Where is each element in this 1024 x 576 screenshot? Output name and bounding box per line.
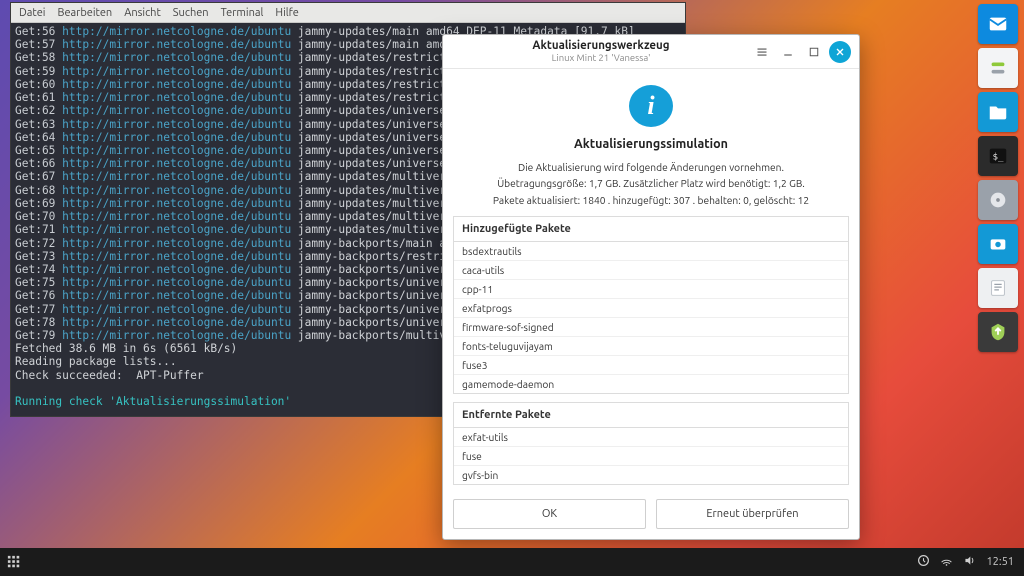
added-packages-list[interactable]: bsdextrautilscaca-utilscpp-11exfatprogsf…: [453, 241, 849, 394]
info-icon: i: [629, 85, 673, 127]
list-item[interactable]: gvfs-bin: [454, 465, 848, 484]
recheck-button[interactable]: Erneut überprüfen: [656, 499, 849, 529]
hamburger-icon[interactable]: [751, 41, 773, 63]
list-item[interactable]: fuse3: [454, 355, 848, 374]
dock-terminal-icon[interactable]: $_: [978, 136, 1018, 176]
minimize-button[interactable]: [777, 41, 799, 63]
list-item[interactable]: firmware-sof-signed: [454, 317, 848, 336]
svg-text:$_: $_: [993, 152, 1005, 163]
dialog-text-2: Übetragungsgröße: 1,7 GB. Zusätzlicher P…: [453, 175, 849, 191]
list-item[interactable]: caca-utils: [454, 260, 848, 279]
update-indicator-icon[interactable]: [917, 554, 930, 570]
dock-text-editor-icon[interactable]: [978, 268, 1018, 308]
list-item[interactable]: cpp-11: [454, 279, 848, 298]
dialog-heading: Aktualisierungssimulation: [453, 137, 849, 151]
volume-icon[interactable]: [963, 554, 976, 570]
clock[interactable]: 12:51: [986, 556, 1014, 568]
removed-packages-title: Entfernte Pakete: [453, 402, 849, 427]
right-dock[interactable]: $_: [978, 4, 1020, 352]
maximize-button[interactable]: [803, 41, 825, 63]
apps-menu-icon[interactable]: [0, 548, 28, 576]
menu-search[interactable]: Suchen: [173, 7, 209, 19]
list-item[interactable]: bsdextrautils: [454, 242, 848, 260]
menu-terminal[interactable]: Terminal: [221, 7, 264, 19]
menu-view[interactable]: Ansicht: [124, 7, 161, 19]
dialog-titlebar[interactable]: Aktualisierungswerkzeug Linux Mint 21 'V…: [443, 35, 859, 69]
list-item[interactable]: fonts-teluguvijayam: [454, 336, 848, 355]
added-packages-title: Hinzugefügte Pakete: [453, 216, 849, 241]
dialog-text-3: Pakete aktualisiert: 1840 . hinzugefügt:…: [453, 192, 849, 208]
list-item[interactable]: exfat-utils: [454, 428, 848, 446]
dock-disk-icon[interactable]: [978, 180, 1018, 220]
dock-files-icon[interactable]: [978, 92, 1018, 132]
dock-settings-icon[interactable]: [978, 48, 1018, 88]
ok-button[interactable]: OK: [453, 499, 646, 529]
dialog-text-1: Die Aktualisierung wird folgende Änderun…: [453, 159, 849, 175]
network-icon[interactable]: [940, 554, 953, 570]
menu-file[interactable]: Datei: [19, 7, 45, 19]
terminal-menubar[interactable]: Datei Bearbeiten Ansicht Suchen Terminal…: [11, 3, 685, 23]
menu-edit[interactable]: Bearbeiten: [57, 7, 112, 19]
dock-screenshot-icon[interactable]: [978, 224, 1018, 264]
dock-mail-icon[interactable]: [978, 4, 1018, 44]
list-item[interactable]: fuse: [454, 446, 848, 465]
upgrade-dialog[interactable]: Aktualisierungswerkzeug Linux Mint 21 'V…: [442, 34, 860, 540]
list-item[interactable]: exfatprogs: [454, 298, 848, 317]
close-button[interactable]: [829, 41, 851, 63]
bottom-panel[interactable]: 12:51: [0, 548, 1024, 576]
dock-update-icon[interactable]: [978, 312, 1018, 352]
dialog-subtitle: Linux Mint 21 'Vanessa': [455, 53, 747, 64]
removed-packages-list[interactable]: exfat-utilsfusegvfs-bin: [453, 427, 849, 485]
menu-help[interactable]: Hilfe: [275, 7, 298, 19]
list-item[interactable]: gamemode-daemon: [454, 374, 848, 393]
dialog-title: Aktualisierungswerkzeug: [455, 39, 747, 52]
